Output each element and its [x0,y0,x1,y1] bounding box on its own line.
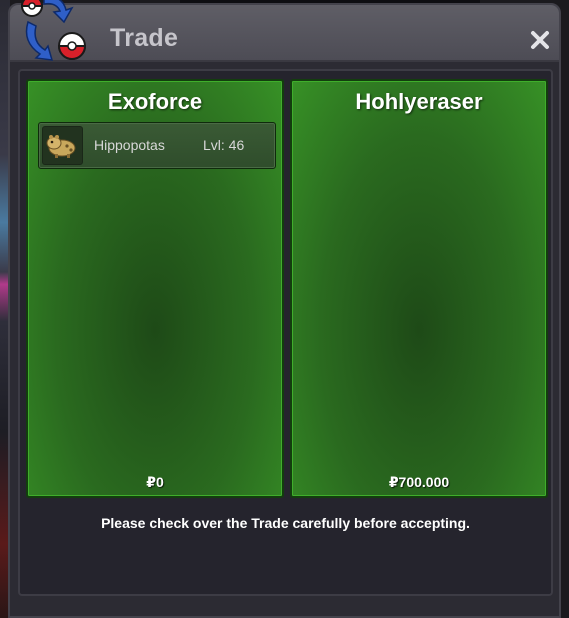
player-panel-right: Hohlyeraser ₽700.000 [290,79,548,498]
trade-content: Exoforce Hippopotas Lvl: 46 ₽0 Hohlyeras… [18,69,553,596]
player-money: ₽0 [146,474,164,490]
trade-pokemon-item[interactable]: Hippopotas Lvl: 46 [38,122,276,169]
trade-exchange-icon [20,0,87,61]
window-title: Trade [110,24,179,52]
hippopotas-sprite-icon [42,126,83,165]
player-name: Hohlyeraser [355,89,483,114]
trade-notice: Please check over the Trade carefully be… [101,515,470,531]
player-money: ₽700.000 [388,474,450,490]
pokemon-level: Lvl: 46 [203,137,245,153]
pokemon-name: Hippopotas [94,137,165,153]
close-button[interactable] [527,27,553,53]
player-name: Exoforce [107,89,203,114]
player-panel-left: Exoforce Hippopotas Lvl: 46 ₽0 [26,79,284,498]
close-icon [531,31,549,49]
trade-window: Trade Exoforce Hippopotas Lvl: 46 ₽0 Hoh… [8,3,561,618]
